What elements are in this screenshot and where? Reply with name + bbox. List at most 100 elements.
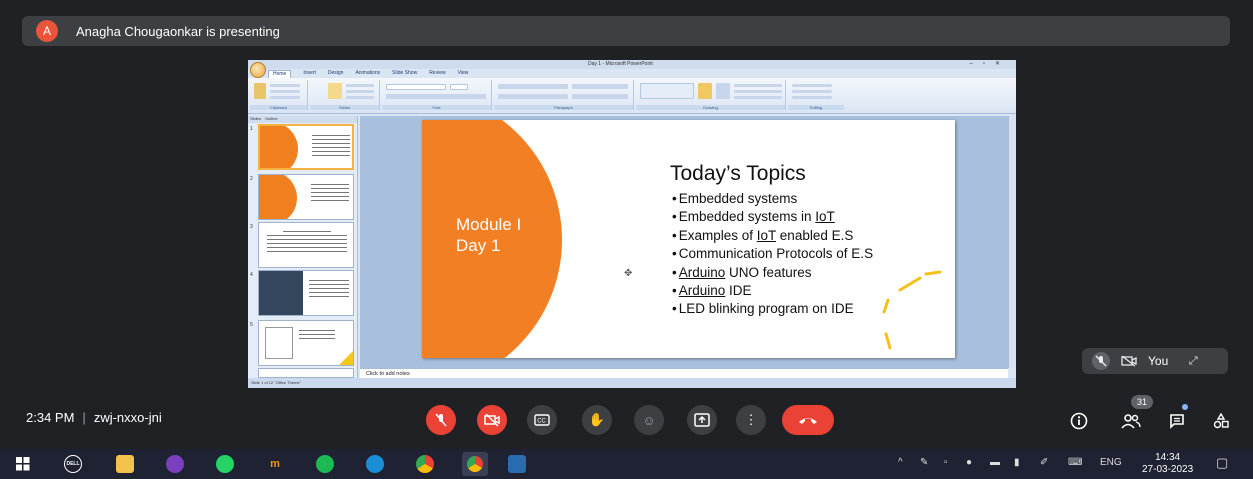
current-slide[interactable]: Module I Day 1 Today’s Topics Embedded s… (422, 120, 955, 358)
slide-title: Today’s Topics (670, 162, 806, 185)
emoji-button[interactable]: ☺ (634, 405, 664, 435)
paragraph-label: Paragraph (494, 105, 633, 110)
present-button[interactable] (687, 405, 717, 435)
slide-thumbnail[interactable] (258, 320, 354, 366)
menu-design[interactable]: Design (328, 70, 344, 78)
menu-view[interactable]: View (458, 70, 469, 78)
drawing-label: Drawing (636, 105, 785, 110)
slide-thumbnail[interactable] (258, 174, 354, 220)
separator: | (82, 410, 86, 425)
github-icon[interactable] (166, 455, 184, 473)
ribbon-group-clipboard: Clipboard (250, 80, 308, 110)
presenting-banner: A Anagha Chougaonkar is presenting (22, 16, 1230, 46)
participant-count-badge: 31 (1131, 395, 1153, 409)
list-item: Arduino UNO features (672, 264, 873, 282)
ribbon-group-drawing: Drawing (636, 80, 786, 110)
laser-annotation (882, 270, 942, 350)
captions-button[interactable]: CC (527, 405, 557, 435)
slides-panel: Slides Outline 1 2 3 4 5 (248, 116, 358, 378)
thumb-num: 3 (250, 224, 253, 230)
info-icon[interactable] (1068, 410, 1090, 432)
tray-network-icon[interactable]: ▬ (990, 457, 1000, 468)
notes-field[interactable]: Click to add notes (360, 368, 1008, 378)
chat-icon[interactable] (1166, 410, 1188, 432)
module-title: Module I Day 1 (456, 214, 521, 256)
slide-thumbnail[interactable] (258, 222, 354, 268)
tray-device-icon[interactable]: ▫ (944, 457, 948, 468)
list-item: LED blinking program on IDE (672, 300, 873, 318)
people-icon[interactable] (1120, 410, 1142, 432)
activities-icon[interactable] (1210, 410, 1232, 432)
shared-screen: Day 1 - Microsoft PowerPoint –▫✕ Home In… (248, 60, 1016, 388)
keyboard-icon[interactable]: ⌨ (1068, 457, 1082, 468)
ppt-window-title: Day 1 - Microsoft PowerPoint (588, 61, 653, 67)
presenter-avatar: A (36, 20, 58, 42)
ppt-menubar: Home Insert Design Animations Slide Show… (268, 70, 468, 78)
slide-thumbnail[interactable] (258, 270, 354, 316)
app-m-icon[interactable]: m (266, 455, 284, 473)
move-cursor-icon: ✥ (624, 268, 633, 279)
meeting-time: 2:34 PM (26, 410, 75, 425)
spotify-icon[interactable] (316, 455, 334, 473)
tray-pen-icon[interactable]: ✎ (920, 457, 928, 468)
office-button[interactable] (250, 62, 266, 78)
raise-hand-button[interactable]: ✋ (582, 405, 612, 435)
list-item: Examples of IoT enabled E.S (672, 227, 873, 245)
whatsapp-icon[interactable] (216, 455, 234, 473)
tray-chevron-icon[interactable]: ^ (898, 457, 903, 468)
window-controls: –▫✕ (969, 61, 1010, 67)
menu-insert[interactable]: Insert (303, 70, 316, 78)
menu-slide-show[interactable]: Slide Show (392, 70, 417, 78)
ppt-statusbar: Slide 1 of 12 "Office Theme" (248, 378, 1016, 388)
tab-slides[interactable]: Slides (250, 116, 261, 123)
slide-thumbnail[interactable] (258, 368, 354, 378)
menu-review[interactable]: Review (429, 70, 445, 78)
file-explorer-icon[interactable] (116, 455, 134, 473)
tab-outline[interactable]: Outline (265, 116, 278, 123)
clock-date: 27-03-2023 (1142, 464, 1194, 475)
menu-home[interactable]: Home (268, 70, 292, 78)
slides-label: Slides (310, 105, 379, 110)
more-options-button[interactable]: ⋮ (736, 405, 766, 435)
slide-canvas: Module I Day 1 Today’s Topics Embedded s… (360, 116, 1008, 368)
camera-toggle-button[interactable] (477, 405, 507, 435)
meet-window: A Anagha Chougaonkar is presenting Day 1… (0, 0, 1253, 479)
end-call-button[interactable] (782, 405, 834, 435)
menu-animations[interactable]: Animations (355, 70, 380, 78)
language-indicator[interactable]: ENG (1100, 457, 1122, 468)
chrome-icon[interactable] (416, 455, 434, 473)
mic-toggle-button[interactable] (426, 405, 456, 435)
tray-meet-icon[interactable]: ● (966, 457, 972, 468)
clock-time: 14:34 (1155, 452, 1181, 463)
ribbon-group-editing: Editing (788, 80, 844, 110)
expand-icon[interactable]: ⤢ (1184, 352, 1202, 370)
clipboard-label: Clipboard (250, 105, 307, 110)
thumb-num: 4 (250, 272, 253, 278)
notification-icon[interactable]: ▢ (1216, 455, 1228, 471)
list-item: Embedded systems in IoT (672, 208, 873, 226)
thumb-num: 1 (250, 126, 253, 132)
taskbar-clock[interactable]: 14:34 27-03-2023 (1142, 452, 1193, 476)
svg-text:CC: CC (537, 419, 546, 425)
thumb-num: 5 (250, 322, 253, 328)
photos-icon[interactable] (508, 455, 526, 473)
dell-icon[interactable]: DELL (64, 455, 82, 473)
self-label: You (1148, 354, 1169, 368)
tray-pen2-icon[interactable]: ✐ (1040, 457, 1048, 468)
ppt-titlebar: Day 1 - Microsoft PowerPoint –▫✕ (248, 60, 1016, 69)
edge-icon[interactable] (366, 455, 384, 473)
slides-panel-tabs: Slides Outline (248, 116, 357, 123)
ribbon-group-font: Font (382, 80, 492, 110)
slide-thumbnail[interactable] (258, 124, 354, 170)
self-tile[interactable]: You ⤢ (1082, 348, 1228, 374)
presenting-text: Anagha Chougaonkar is presenting (76, 23, 280, 39)
mic-off-icon (1092, 352, 1110, 370)
chrome-active-icon[interactable] (462, 452, 488, 476)
vertical-scrollbar[interactable] (1008, 116, 1016, 368)
windows-start-icon[interactable] (14, 455, 32, 473)
tray-battery-icon[interactable]: ▮ (1014, 457, 1020, 468)
meeting-info: 2:34 PM | zwj-nxxo-jni (26, 410, 162, 425)
list-item: Arduino IDE (672, 282, 873, 300)
editing-label: Editing (788, 105, 844, 110)
module-label: Module I (456, 215, 522, 234)
